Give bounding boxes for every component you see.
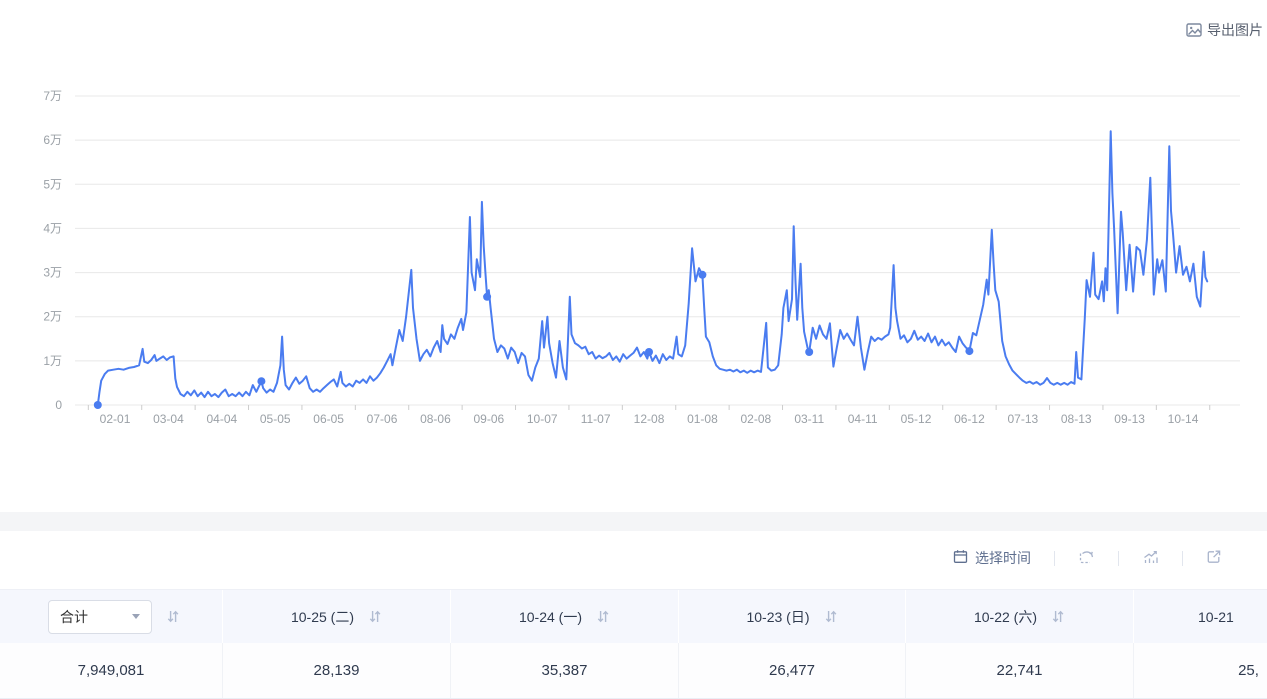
x-axis-label: 03-11	[794, 412, 824, 426]
x-axis-label: 08-06	[420, 412, 451, 426]
x-axis-label: 07-13	[1007, 412, 1038, 426]
x-axis-label: 02-01	[100, 412, 131, 426]
table-cell: 26,477	[678, 643, 905, 698]
x-axis-label: 10-07	[527, 412, 558, 426]
table-cell: 35,387	[450, 643, 678, 698]
table-cell: 22,741	[905, 643, 1133, 698]
sort-icon[interactable]	[824, 609, 838, 624]
select-time-button[interactable]: 选择时间	[953, 548, 1031, 568]
column-header: 10-25 (二)	[222, 590, 450, 643]
y-axis-label: 4万	[43, 221, 62, 235]
x-axis-label: 04-04	[206, 412, 237, 426]
section-separator	[0, 512, 1267, 531]
column-header-label: 10-25 (二)	[291, 607, 354, 627]
toolbar-divider	[1054, 551, 1055, 566]
x-axis-label: 09-13	[1114, 412, 1145, 426]
y-axis-label: 7万	[43, 89, 62, 103]
table-cell: 28,139	[222, 643, 450, 698]
restore-icon	[1078, 549, 1095, 568]
restore-button[interactable]	[1078, 549, 1095, 568]
x-axis-label: 01-08	[687, 412, 718, 426]
data-point-marker	[645, 348, 653, 356]
column-header: 10-24 (一)	[450, 590, 678, 643]
dropdown-caret-icon	[132, 614, 140, 619]
column-header-label: 10-21	[1198, 609, 1234, 625]
chart-canvas: 0 1万 2万 3万 4万 5万 6万 7万 02-01 03-04 04-04 05-05 06-05…	[0, 0, 1267, 460]
data-point-marker	[805, 348, 813, 356]
calendar-icon	[953, 549, 968, 567]
y-axis-label: 1万	[43, 354, 62, 368]
x-axis-label: 03-04	[153, 412, 184, 426]
trend-icon	[1142, 549, 1159, 568]
line-chart: 0 1万 2万 3万 4万 5万 6万 7万 02-01 03-04 04-04 05-05 06-05…	[0, 0, 1267, 460]
table-cell: 25,	[1133, 643, 1267, 698]
y-axis-label: 0	[55, 398, 62, 412]
data-point-marker	[94, 401, 102, 409]
column-header: 合计	[0, 590, 222, 643]
x-axis-label: 10-14	[1168, 412, 1199, 426]
x-axis-label: 05-12	[901, 412, 932, 426]
data-point-marker	[483, 293, 491, 301]
table-toolbar: 选择时间	[953, 548, 1222, 568]
table-header-row: 合计 10-25 (二) 10-24 (一) 10-23 (日) 10-22 (六) 10…	[0, 589, 1267, 643]
x-axis-label: 11-07	[581, 412, 611, 426]
y-axis-label: 5万	[43, 177, 62, 191]
sort-icon[interactable]	[596, 609, 610, 624]
toolbar-divider	[1118, 551, 1119, 566]
column-header: 10-22 (六)	[905, 590, 1133, 643]
data-point-marker	[698, 271, 706, 279]
toolbar-divider	[1182, 551, 1183, 566]
x-axis-label: 06-12	[954, 412, 985, 426]
y-axis-label: 3万	[43, 266, 62, 280]
select-time-label: 选择时间	[975, 548, 1031, 568]
x-axis-label: 04-11	[848, 412, 878, 426]
column-header-label: 10-23 (日)	[746, 607, 809, 627]
column-header: 10-21	[1133, 590, 1267, 643]
y-axis-label: 2万	[43, 310, 62, 324]
sort-icon[interactable]	[368, 609, 382, 624]
column-header: 10-23 (日)	[678, 590, 905, 643]
x-axis-label: 12-08	[634, 412, 665, 426]
column-header-label: 10-22 (六)	[974, 607, 1037, 627]
series-line	[98, 131, 1207, 405]
sort-icon[interactable]	[166, 609, 180, 624]
y-axis-label: 6万	[43, 133, 62, 147]
table-row: 7,949,08128,13935,38726,47722,74125,	[0, 643, 1267, 699]
x-axis-label: 02-08	[740, 412, 771, 426]
data-point-marker	[257, 377, 265, 385]
sort-icon[interactable]	[1051, 609, 1065, 624]
open-full-button[interactable]	[1206, 549, 1222, 568]
data-point-marker	[965, 347, 973, 355]
column-header-label: 10-24 (一)	[519, 607, 582, 627]
total-select[interactable]: 合计	[48, 600, 152, 634]
table-cell: 7,949,081	[0, 643, 222, 698]
total-select-value: 合计	[60, 607, 88, 627]
x-axis-label: 08-13	[1061, 412, 1092, 426]
x-axis-label: 09-06	[473, 412, 504, 426]
trend-chart-button[interactable]	[1142, 549, 1159, 568]
x-axis-label: 05-05	[260, 412, 291, 426]
x-axis-label: 07-06	[367, 412, 398, 426]
expand-icon	[1206, 549, 1222, 568]
x-axis-label: 06-05	[313, 412, 344, 426]
